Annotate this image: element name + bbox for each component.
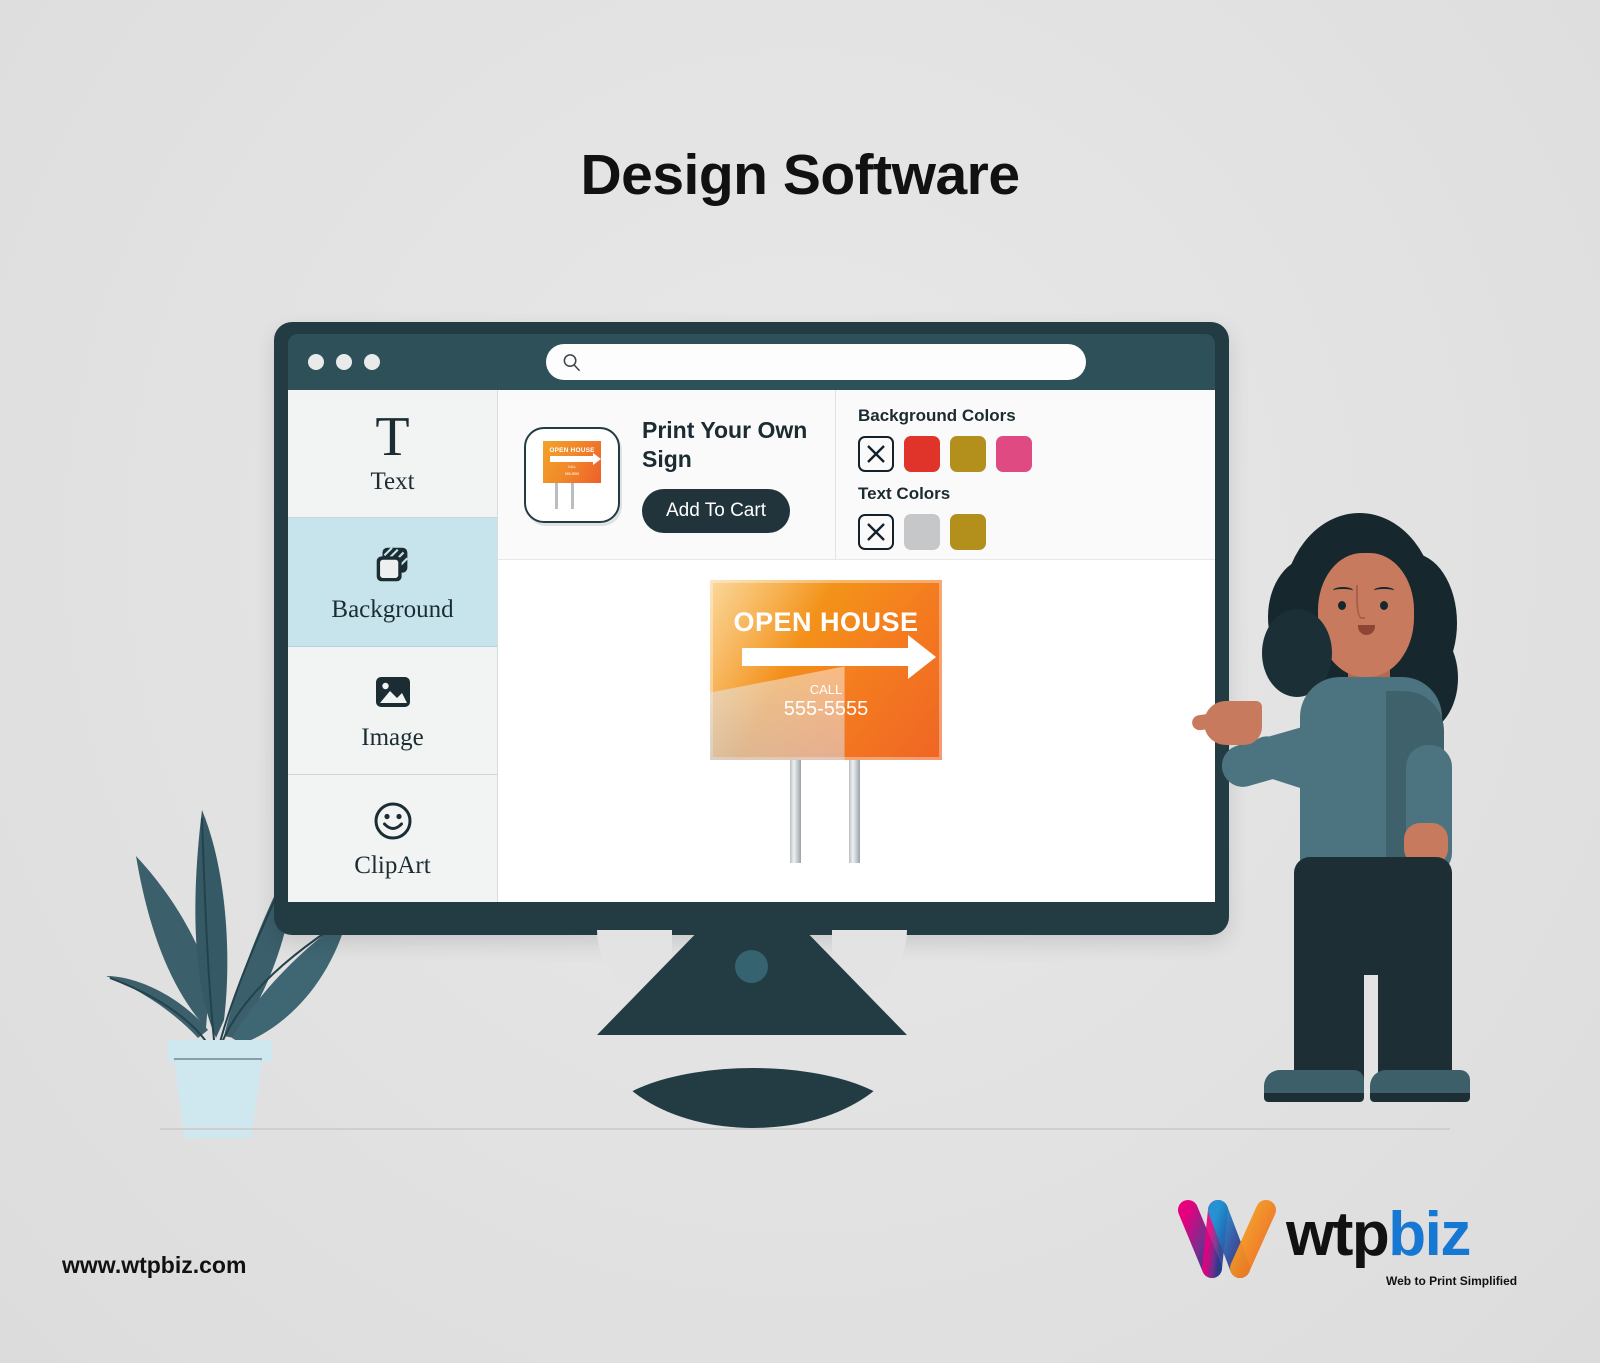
- top-panels: OPEN HOUSE CALL 555-5555 Print Your Own …: [498, 390, 1215, 560]
- product-title: Print Your Own Sign: [642, 416, 808, 472]
- logo-biz-text: biz: [1388, 1200, 1471, 1269]
- browser-content: T Text Background Image ClipArt OPEN HOU…: [288, 390, 1215, 902]
- swatch-none-text[interactable]: [858, 514, 894, 550]
- sign-headline: OPEN HOUSE: [733, 607, 919, 637]
- design-canvas[interactable]: OPEN HOUSE CALL 555-5555: [498, 560, 1215, 902]
- window-dot-close-icon[interactable]: [308, 354, 324, 370]
- search-input[interactable]: [581, 344, 1086, 380]
- product-thumbnail[interactable]: OPEN HOUSE CALL 555-5555: [524, 426, 620, 523]
- woman-pointing-illustration: [1190, 505, 1490, 1130]
- thumbnail-arrow-icon: [550, 452, 601, 465]
- sign-leg: [790, 760, 801, 863]
- image-icon: [371, 668, 415, 718]
- tool-sidebar: T Text Background Image ClipArt: [288, 390, 498, 902]
- sidebar-item-label: ClipArt: [354, 852, 431, 880]
- product-info: Print Your Own Sign Add To Cart: [642, 416, 832, 534]
- canvas-sign[interactable]: OPEN HOUSE CALL 555-5555: [710, 580, 942, 863]
- search-bar[interactable]: [546, 344, 1086, 380]
- thumbnail-sign-legs: [555, 482, 574, 509]
- sign-call-label: CALL: [809, 682, 843, 697]
- face: [1318, 553, 1414, 677]
- page-title: Design Software: [580, 143, 1020, 207]
- wtpbiz-logo: wtpbiz Web to Print Simplified: [1178, 1198, 1518, 1294]
- right-arrow-icon: [742, 635, 936, 679]
- monitor-base: [600, 1068, 906, 1128]
- eyebrow-right: [1374, 587, 1394, 594]
- layers-icon: [370, 540, 416, 590]
- monitor-power-indicator: [735, 950, 768, 983]
- sidebar-item-label: Text: [370, 467, 415, 495]
- thumbnail-call: CALL: [567, 464, 577, 469]
- thumbnail-phone: 555-5555: [564, 472, 580, 476]
- text-colors-label: Text Colors: [858, 484, 951, 503]
- swatch-background-red[interactable]: [904, 436, 940, 472]
- plant-pot: [174, 1060, 262, 1138]
- sign-phone: 555-5555: [783, 698, 869, 720]
- logo-wtp-text: wtp: [1286, 1200, 1390, 1269]
- swatch-text-silver[interactable]: [904, 514, 940, 550]
- background-colors-label: Background Colors: [858, 406, 1016, 425]
- background-swatch-row: [858, 436, 1215, 472]
- sidebar-item-image[interactable]: Image: [288, 647, 497, 775]
- thumbnail-headline: OPEN HOUSE: [549, 446, 595, 454]
- swatch-text-gold[interactable]: [950, 514, 986, 550]
- product-panel: OPEN HOUSE CALL 555-5555 Print Your Own …: [498, 390, 836, 559]
- editor-content: OPEN HOUSE CALL 555-5555 Print Your Own …: [498, 390, 1215, 902]
- sign-legs: [790, 760, 860, 863]
- thumbnail-leg: [571, 482, 574, 509]
- sidebar-item-clipart[interactable]: ClipArt: [288, 775, 497, 902]
- smiley-icon: [371, 796, 415, 846]
- browser-window: T Text Background Image ClipArt OPEN HOU…: [288, 334, 1215, 902]
- thumbnail-leg: [555, 482, 558, 509]
- sidebar-item-background[interactable]: Background: [288, 518, 497, 647]
- shoe-sole-right: [1370, 1093, 1470, 1102]
- text-T-icon: T: [375, 405, 410, 468]
- window-dot-maximize-icon[interactable]: [364, 354, 380, 370]
- logo-tagline: Web to Print Simplified: [1386, 1274, 1518, 1288]
- product-thumbnail-sign: OPEN HOUSE CALL 555-5555: [541, 440, 603, 509]
- window-dot-minimize-icon[interactable]: [336, 354, 352, 370]
- eyebrow-left: [1333, 587, 1353, 594]
- add-to-cart-button[interactable]: Add To Cart: [642, 489, 790, 534]
- colors-panel: Background Colors Text Colors: [836, 390, 1215, 559]
- sign-leg: [849, 760, 860, 863]
- eye-right: [1380, 601, 1388, 610]
- browser-titlebar: [288, 334, 1215, 390]
- swatch-background-gold[interactable]: [950, 436, 986, 472]
- search-icon: [562, 353, 581, 372]
- swatch-none-background[interactable]: [858, 436, 894, 472]
- sidebar-item-text[interactable]: T Text: [288, 390, 497, 519]
- sidebar-item-label: Background: [331, 595, 454, 623]
- text-swatch-row: [858, 514, 1215, 550]
- shoe-sole-left: [1264, 1093, 1364, 1102]
- swatch-background-pink[interactable]: [996, 436, 1032, 472]
- thumbnail-sign-plate: OPEN HOUSE CALL 555-5555: [543, 440, 601, 483]
- sidebar-item-label: Image: [361, 724, 424, 752]
- eye-left: [1338, 601, 1346, 610]
- logo-wordmark: wtpbiz: [1286, 1204, 1471, 1266]
- window-controls[interactable]: [308, 354, 380, 370]
- nose: [1356, 585, 1365, 619]
- logo-mark-w-icon: [1178, 1200, 1276, 1278]
- sign-plate: OPEN HOUSE CALL 555-5555: [710, 580, 942, 760]
- footer-website-url[interactable]: www.wtpbiz.com: [62, 1252, 246, 1279]
